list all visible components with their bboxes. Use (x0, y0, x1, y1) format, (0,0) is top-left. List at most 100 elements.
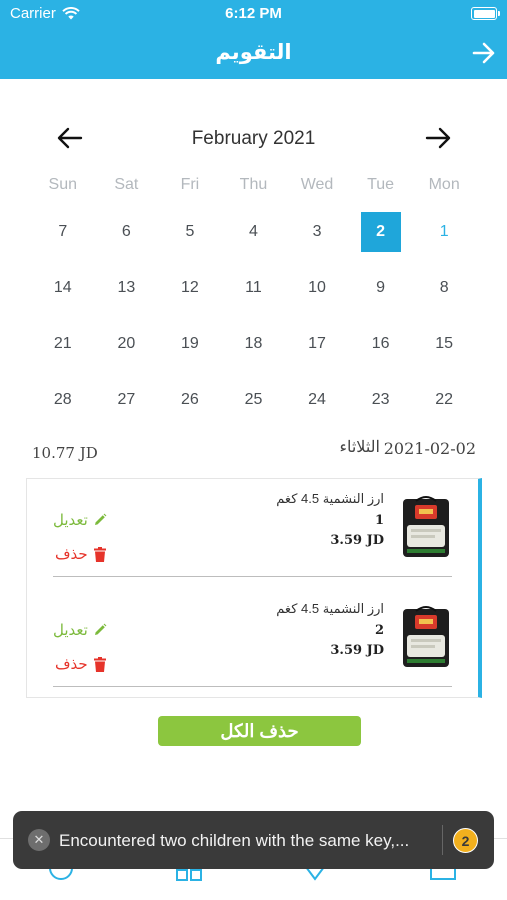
calendar-day[interactable]: 27 (95, 380, 159, 420)
calendar-day[interactable]: 4 (222, 212, 286, 252)
calendar-day[interactable]: 9 (349, 268, 413, 308)
calendar-day-number: 18 (244, 335, 263, 352)
calendar-day-number: 16 (371, 335, 390, 352)
item-divider (53, 686, 452, 687)
delete-label: حذف (55, 546, 88, 563)
product-name: ارز النشمية 4.5 كغم (276, 601, 384, 616)
calendar-day-number: 21 (53, 335, 72, 352)
pencil-icon (94, 623, 107, 635)
close-icon[interactable]: ✕ (28, 829, 50, 851)
calendar-day[interactable]: 2 (349, 212, 413, 252)
edit-label: تعديل (53, 622, 88, 639)
product-name: ارز النشمية 4.5 كغم (276, 491, 384, 506)
calendar-day[interactable]: 26 (158, 380, 222, 420)
calendar-day[interactable]: 16 (349, 324, 413, 364)
calendar-week-row: 7 6 5 4 3 2 1 (31, 212, 476, 268)
weekday-label: Wed (300, 176, 334, 193)
calendar-day-number: 28 (53, 391, 72, 408)
calendar-day[interactable]: 23 (349, 380, 413, 420)
weekday-label: Fri (180, 176, 200, 193)
weekday-header: Sun Sat Fri Thu Wed Tue Mon (31, 176, 476, 194)
calendar-day-number: 24 (308, 391, 326, 408)
selected-date: 2021-02-02 (383, 439, 476, 458)
calendar-day[interactable]: 6 (95, 212, 159, 252)
calendar-day-number: 17 (308, 335, 326, 352)
calendar-week-row: 14 13 12 11 10 9 8 (31, 268, 476, 324)
calendar-day-number: 13 (117, 279, 136, 296)
calendar-day[interactable]: 12 (158, 268, 222, 308)
calendar-day-number: 25 (244, 391, 263, 408)
edit-button[interactable]: تعديل (53, 511, 107, 529)
calendar-day-number: 1 (439, 223, 449, 240)
calendar-day-number: 5 (185, 223, 195, 240)
status-bar: Carrier 6:12 PM (0, 0, 507, 28)
calendar-day[interactable]: 11 (222, 268, 286, 308)
calendar-day-number: 26 (181, 391, 199, 408)
weekday-label: Sun (48, 176, 78, 193)
weekday-label: Thu (239, 176, 268, 193)
delete-button[interactable]: حذف (55, 655, 106, 673)
calendar-day-number: 8 (439, 279, 449, 296)
next-month-arrow-icon[interactable] (424, 126, 452, 150)
day-total: 10.77 JD (32, 444, 98, 462)
calendar-day-number: 22 (435, 391, 454, 408)
rice-bag-image (403, 606, 449, 667)
calendar-day[interactable]: 10 (285, 268, 349, 308)
delete-button[interactable]: حذف (55, 545, 106, 563)
calendar-day-number: 10 (308, 279, 326, 296)
month-navigation: February 2021 (0, 120, 507, 156)
calendar-day[interactable]: 25 (222, 380, 286, 420)
trash-icon (93, 656, 106, 672)
edit-label: تعديل (53, 512, 88, 529)
product-quantity: 1 (374, 513, 384, 528)
toast-count-badge: 2 (453, 828, 478, 853)
calendar-day[interactable]: 20 (95, 324, 159, 364)
calendar-grid: 7 6 5 4 3 2 1 14 13 12 11 10 9 8 21 20 19 18 17 16 15 28 27 26 2… (31, 212, 476, 436)
back-arrow-icon[interactable] (471, 40, 497, 66)
calendar-day-number: 15 (435, 335, 454, 352)
edit-button[interactable]: تعديل (53, 621, 107, 639)
error-toast[interactable]: ✕ Encountered two children with the same… (13, 811, 494, 869)
status-time: 6:12 PM (225, 5, 282, 22)
calendar-day[interactable]: 22 (412, 380, 476, 420)
header: التقويم (0, 28, 507, 79)
trash-icon (93, 546, 106, 562)
calendar-day[interactable]: 5 (158, 212, 222, 252)
calendar-week-row: 28 27 26 25 24 23 22 (31, 380, 476, 436)
product-price: 3.59 JD (330, 533, 384, 548)
calendar-day-number: 14 (53, 279, 72, 296)
delete-label: حذف (55, 656, 88, 673)
calendar-day-number: 27 (117, 391, 136, 408)
calendar-day[interactable]: 18 (222, 324, 286, 364)
calendar-day[interactable]: 14 (31, 268, 95, 308)
page: Carrier 6:12 PM التقويم February 2021 Su… (0, 0, 507, 900)
calendar-day-number: 7 (58, 223, 68, 240)
calendar-day[interactable]: 8 (412, 268, 476, 308)
product-quantity: 2 (374, 623, 384, 638)
calendar-week-row: 21 20 19 18 17 16 15 (31, 324, 476, 380)
order-list: ارز النشمية 4.5 كغم 1 3.59 JD تعديل حذف (26, 478, 482, 698)
calendar-day[interactable]: 1 (412, 212, 476, 252)
weekday-label: Mon (428, 176, 460, 193)
pencil-icon (94, 513, 107, 525)
calendar-day[interactable]: 28 (31, 380, 95, 420)
calendar-day[interactable]: 21 (31, 324, 95, 364)
day-summary: 10.77 JD الثلاثاء 2021-02-02 (0, 436, 507, 462)
product-price: 3.59 JD (330, 643, 384, 658)
calendar-day[interactable]: 24 (285, 380, 349, 420)
toast-message: Encountered two children with the same k… (59, 831, 410, 850)
delete-all-button[interactable]: حذف الكل (158, 716, 361, 746)
calendar-day[interactable]: 3 (285, 212, 349, 252)
calendar-day-number: 9 (376, 279, 386, 296)
page-title: التقويم (215, 41, 292, 64)
calendar-day[interactable]: 15 (412, 324, 476, 364)
calendar-day[interactable]: 7 (31, 212, 95, 252)
calendar-day-number: 11 (245, 279, 262, 296)
order-item: ارز النشمية 4.5 كغم 1 3.59 JD تعديل حذف (27, 479, 478, 587)
item-divider (53, 576, 452, 577)
calendar-day[interactable]: 19 (158, 324, 222, 364)
calendar-day[interactable]: 13 (95, 268, 159, 308)
calendar-day[interactable]: 17 (285, 324, 349, 364)
calendar-day-number: 3 (312, 223, 322, 240)
toast-divider (442, 825, 443, 855)
